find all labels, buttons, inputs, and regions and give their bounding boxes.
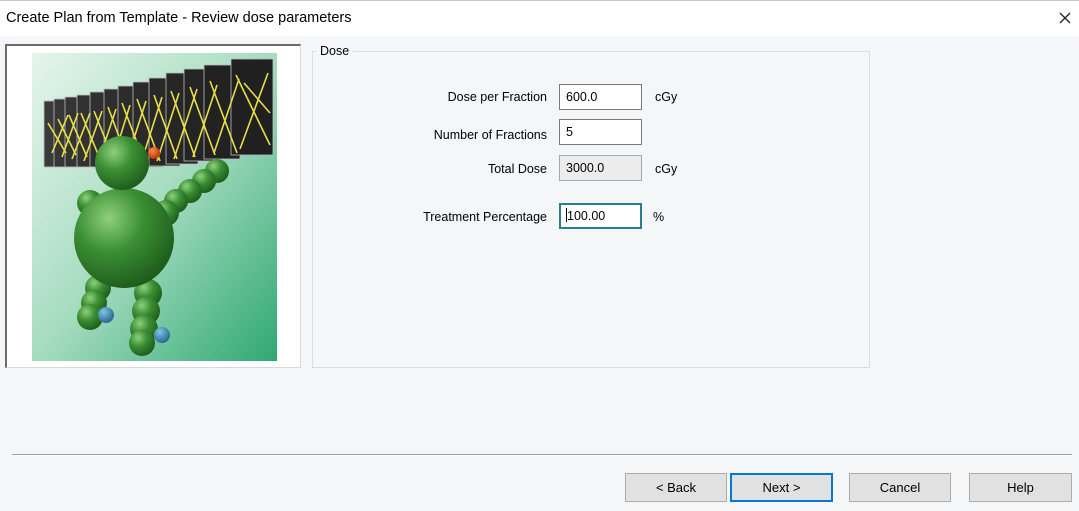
treatment-percentage-value: 100.00 bbox=[567, 209, 606, 223]
treatment-percentage-label: Treatment Percentage bbox=[423, 210, 547, 224]
close-button[interactable] bbox=[1056, 9, 1074, 27]
number-of-fractions-label: Number of Fractions bbox=[433, 128, 547, 142]
number-of-fractions-input[interactable]: 5 bbox=[559, 119, 642, 145]
treatment-percentage-input[interactable]: 100.00 bbox=[559, 203, 642, 229]
back-button[interactable]: < Back bbox=[625, 473, 727, 502]
dose-per-fraction-unit: cGy bbox=[655, 90, 678, 104]
total-dose-label: Total Dose bbox=[487, 162, 547, 176]
next-button[interactable]: Next > bbox=[730, 473, 833, 502]
title-bar: Create Plan from Template - Review dose … bbox=[0, 0, 1079, 36]
robot-beam-illustration bbox=[32, 53, 277, 361]
dose-per-fraction-label: Dose per Fraction bbox=[447, 90, 547, 104]
button-separator bbox=[12, 454, 1072, 456]
wizard-image-frame bbox=[5, 44, 301, 368]
treatment-percentage-unit: % bbox=[653, 210, 665, 224]
total-dose-field: 3000.0 bbox=[559, 155, 642, 181]
help-button[interactable]: Help bbox=[969, 473, 1072, 502]
window-title: Create Plan from Template - Review dose … bbox=[6, 10, 352, 26]
cancel-button[interactable]: Cancel bbox=[849, 473, 951, 502]
total-dose-unit: cGy bbox=[655, 162, 678, 176]
dose-group-legend: Dose bbox=[316, 44, 354, 58]
close-icon bbox=[1059, 12, 1071, 24]
dose-per-fraction-input[interactable]: 600.0 bbox=[559, 84, 642, 110]
